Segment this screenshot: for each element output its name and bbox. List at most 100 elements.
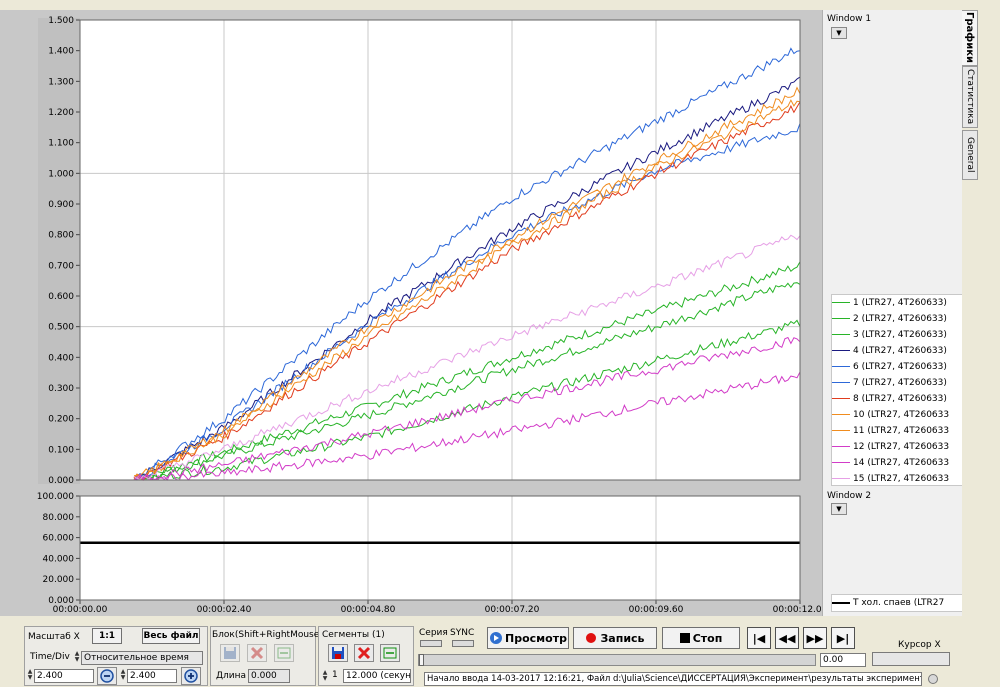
zoom-spinner-2[interactable]: ▲ ▼: [120, 669, 126, 681]
window-1-dropdown-button[interactable]: ▼: [831, 27, 847, 39]
legend-label: 7 (LTR27, 4T260633): [853, 378, 947, 388]
save-icon: [332, 647, 344, 659]
preview-button-label: Просмотр: [505, 631, 567, 645]
block-label: Блок(Shift+RightMouse): [212, 630, 323, 640]
x-tick-label: 00:00:07.20: [485, 605, 540, 615]
tab-statistics[interactable]: Статистика: [962, 66, 978, 128]
legend-window-2: T хол. спаев (LTR27: [831, 594, 963, 612]
nav-next-button[interactable]: ▶▶: [803, 627, 827, 649]
chart2-ytick-label: 100.000: [37, 492, 74, 502]
stop-button[interactable]: Стоп: [662, 627, 740, 649]
legend-entry[interactable]: 2 (LTR27, 4T260633): [832, 311, 972, 327]
one-to-one-button[interactable]: 1:1: [92, 628, 122, 644]
legend-swatch: [832, 462, 850, 463]
chart2-plot-area: [79, 495, 801, 601]
legend-swatch: [832, 318, 850, 319]
legend-entry[interactable]: 1 (LTR27, 4T260633): [832, 295, 972, 311]
chart2-ytick-label: 80.000: [43, 513, 75, 523]
sync-toggle[interactable]: [452, 640, 474, 647]
x-tick-label: 00:00:02.40: [197, 605, 252, 615]
whole-file-button[interactable]: Весь файл: [142, 628, 200, 644]
window-1-label: Window 1: [827, 14, 872, 24]
chart1-ytick-label: 0.100: [48, 445, 74, 455]
block-delete-button[interactable]: [247, 644, 267, 662]
legend-swatch: [832, 334, 850, 335]
block-fit-button[interactable]: [274, 644, 294, 662]
legend-entry[interactable]: 8 (LTR27, 4T260633): [832, 391, 972, 407]
nav-first-button[interactable]: |◀: [747, 627, 771, 649]
segment-spinner[interactable]: ▲ ▼: [322, 670, 328, 682]
legend-label: 1 (LTR27, 4T260633): [853, 298, 947, 308]
chart2-ytick-label: 40.000: [43, 554, 75, 564]
legend-entry[interactable]: 3 (LTR27, 4T260633): [832, 327, 972, 343]
segment-save-button[interactable]: [328, 644, 348, 662]
chart1-ytick-label: 0.200: [48, 415, 74, 425]
sync-label: SYNC: [450, 628, 475, 638]
delete-icon: [357, 646, 371, 660]
series-label: Серия: [419, 628, 448, 638]
time-mode-field[interactable]: Относительное время: [81, 651, 203, 665]
tab-graphs[interactable]: Графики: [962, 10, 978, 66]
chart1-ytick-label: 1.400: [48, 47, 74, 57]
legend-entry[interactable]: 14 (LTR27, 4T260633: [832, 455, 972, 471]
legend-swatch: [832, 382, 850, 383]
app-window: 1.500 1.400 1.300 1.200 1.100 1.000 0.900 0.800…: [0, 0, 1000, 687]
chart2-ytick-label: 60.000: [43, 534, 75, 544]
legend-swatch: [832, 302, 850, 303]
zoom-field-2[interactable]: 2.400: [127, 669, 177, 683]
legend-entry[interactable]: 6 (LTR27, 4T260633): [832, 359, 972, 375]
legend-entry[interactable]: 7 (LTR27, 4T260633): [832, 375, 972, 391]
segment-duration-field: 12.000 (секун: [343, 669, 411, 683]
chart1-ytick-label: 0.900: [48, 200, 74, 210]
block-save-button[interactable]: [220, 644, 240, 662]
legend-entry[interactable]: 10 (LTR27, 4T260633: [832, 407, 972, 423]
legend-panel-1: Window 1 ▼ 1 (LTR27, 4T260633) 2 (LTR27, …: [822, 10, 963, 488]
legend-label: 6 (LTR27, 4T260633): [853, 362, 947, 372]
chart1-ytick-label: 0.700: [48, 261, 74, 271]
legend-label: 3 (LTR27, 4T260633): [853, 330, 947, 340]
chart-window-1[interactable]: 1.500 1.400 1.300 1.200 1.100 1.000 0.900 0.800…: [0, 10, 822, 488]
fit-width-icon: [277, 647, 291, 659]
window-2-label: Window 2: [827, 491, 872, 501]
chart1-ytick-label: 0.500: [48, 323, 74, 333]
record-button[interactable]: Запись: [573, 627, 657, 649]
legend-entry[interactable]: 12 (LTR27, 4T260633: [832, 439, 972, 455]
legend-window-1: 1 (LTR27, 4T260633) 2 (LTR27, 4T260633) 3 …: [831, 294, 963, 486]
nav-last-button[interactable]: ▶|: [831, 627, 855, 649]
record-icon: [586, 633, 597, 643]
series-toggle[interactable]: [420, 640, 442, 647]
segment-delete-button[interactable]: [354, 644, 374, 662]
chart1-ytick-label: 0.800: [48, 231, 74, 241]
nav-prev-button[interactable]: ◀◀: [775, 627, 799, 649]
position-slider[interactable]: [418, 654, 816, 666]
preview-button[interactable]: Просмотр: [487, 627, 569, 649]
zoom-out-icon: [100, 669, 114, 683]
x-tick-label: 00:00:00.00: [53, 605, 108, 615]
chart2-ytick-label: 20.000: [43, 575, 75, 585]
legend-entry[interactable]: T хол. спаев (LTR27: [832, 595, 972, 611]
time-mode-spinner[interactable]: ▲ ▼: [74, 651, 80, 663]
legend-label: 8 (LTR27, 4T260633): [853, 394, 947, 404]
tab-general[interactable]: General: [962, 130, 978, 180]
legend-entry[interactable]: 11 (LTR27, 4T260633: [832, 423, 972, 439]
zoom-out-button[interactable]: [97, 667, 117, 685]
zoom-field-1[interactable]: 2.400: [34, 669, 94, 683]
segments-label: Сегменты (1): [322, 630, 385, 640]
window-2-dropdown-button[interactable]: ▼: [831, 503, 847, 515]
legend-swatch: [832, 601, 850, 604]
position-value-field[interactable]: 0.00: [820, 653, 866, 667]
zoom-spinner-1[interactable]: ▲ ▼: [27, 669, 33, 681]
legend-label: 14 (LTR27, 4T260633: [853, 458, 950, 468]
legend-label: 11 (LTR27, 4T260633: [853, 426, 950, 436]
length-label: Длина: [216, 671, 247, 681]
zoom-in-button[interactable]: [181, 667, 201, 685]
segment-index-field[interactable]: 1: [330, 669, 342, 683]
play-icon: [490, 632, 503, 644]
legend-entry[interactable]: 15 (LTR27, 4T260633: [832, 471, 972, 487]
legend-entry[interactable]: 4 (LTR27, 4T260633): [832, 343, 972, 359]
position-slider-thumb[interactable]: [419, 654, 424, 666]
zoom-in-icon: [184, 669, 198, 683]
segment-fit-button[interactable]: [380, 644, 400, 662]
chart-window-2[interactable]: 100.00080.00060.00040.00020.0000.00000:0…: [0, 488, 822, 616]
cursor-x-field: [872, 652, 950, 666]
